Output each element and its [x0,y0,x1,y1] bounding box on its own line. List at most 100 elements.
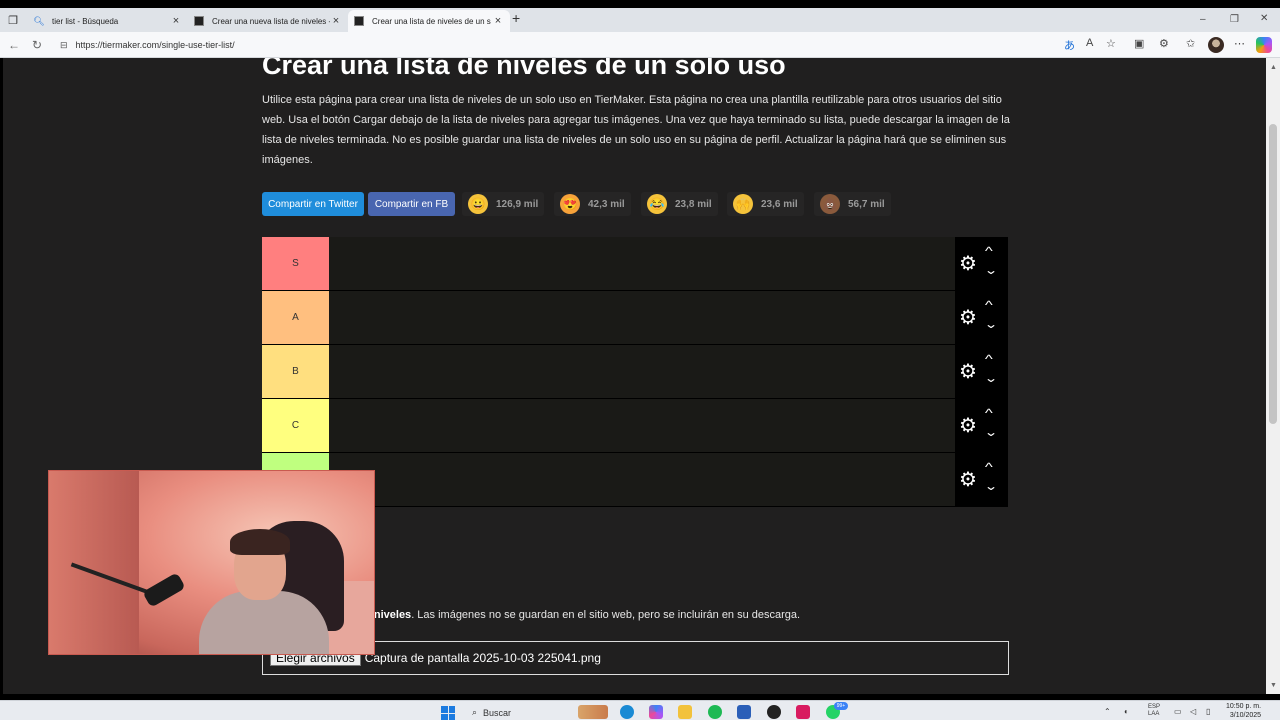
gear-icon[interactable]: ⚙ [957,253,979,275]
share-twitter-button[interactable]: Compartir en Twitter [262,192,364,216]
read-aloud-icon[interactable]: A [1086,37,1093,49]
notification-badge: 99+ [834,702,848,710]
gear-icon[interactable]: ⚙ [957,415,979,437]
url-field[interactable]: ⊟ https://tiermaker.com/single-use-tier-… [52,35,1062,55]
tier-label[interactable]: A [262,291,329,344]
chevron-up-icon[interactable]: ^ [985,352,993,366]
tier-label[interactable]: S [262,237,329,290]
tier-items-dropzone[interactable] [329,237,955,290]
tier-items-dropzone[interactable] [329,399,955,452]
tab-tiermaker-new[interactable]: Crear una nueva lista de niveles - × [188,10,348,32]
chevron-up-icon[interactable]: ^ [985,460,993,474]
tier-items-dropzone[interactable] [329,345,955,398]
clock-date: 3/10/2025 [1229,712,1262,719]
reaction-count: 23,8 mil [675,198,712,210]
taskbar-search[interactable]: ⌕ Buscar [472,707,511,718]
close-tab-icon[interactable]: × [170,15,182,27]
store-icon[interactable] [737,705,751,719]
tier-label[interactable]: B [262,345,329,398]
raised-hands-icon: 🙌 [733,194,753,214]
reaction-laughing-button[interactable]: 😂 23,8 mil [641,192,718,216]
edge-browser-icon[interactable] [620,705,634,719]
close-tab-icon[interactable]: × [492,15,504,27]
scroll-down-icon[interactable]: ▼ [1270,682,1277,689]
chevron-down-icon[interactable]: ⌄ [984,425,998,439]
more-options-icon[interactable]: ⋯ [1234,37,1245,50]
maximize-icon[interactable]: ❐ [1230,14,1239,25]
copilot-icon[interactable] [1256,37,1272,53]
scroll-up-icon[interactable]: ▲ [1270,64,1277,71]
language-code: ESP [1148,704,1161,710]
taskbar-clock[interactable]: 10:50 p. m. 3/10/2025 [1226,702,1261,720]
gear-icon[interactable]: ⚙ [957,307,979,329]
back-icon[interactable]: ← [8,38,20,52]
tier-controls: ⚙ ^ ⌄ [955,399,1008,453]
chevron-down-icon[interactable]: ⌄ [984,371,998,385]
page-scrollbar[interactable]: ▲ ▼ [1266,58,1280,694]
windows-start-icon[interactable] [441,706,455,720]
webcam-background [49,471,139,654]
minimize-icon[interactable]: – [1200,14,1206,25]
laughing-face-icon: 😂 [647,194,667,214]
refresh-icon[interactable]: ↻ [32,38,42,52]
spotify-icon[interactable] [708,705,722,719]
page-title: Crear una lista de niveles de un solo us… [262,58,786,80]
chevron-up-icon[interactable]: ^ [985,244,993,258]
screen-top-edge [0,0,1280,8]
close-window-icon[interactable]: ✕ [1260,13,1268,24]
chevron-down-icon[interactable]: ⌄ [984,263,998,277]
close-tab-icon[interactable]: × [330,15,342,27]
reaction-grinning-button[interactable]: 😀 126,9 mil [462,192,545,216]
widgets-icon[interactable] [578,705,608,719]
tier-label[interactable]: C [262,399,329,452]
battery-icon[interactable]: ▯ [1206,707,1210,716]
gear-icon[interactable]: ⚙ [957,361,979,383]
copilot-app-icon[interactable] [649,705,663,719]
tab-title: tier list - Búsqueda [52,16,119,26]
new-tab-icon[interactable]: + [512,10,520,26]
split-screen-icon[interactable]: ▣ [1134,37,1144,50]
obs-icon[interactable] [767,705,781,719]
tray-mic-icon[interactable]: ◐ [1124,707,1129,716]
file-explorer-icon[interactable] [678,705,692,719]
tier-items-dropzone[interactable] [329,453,955,506]
tier-controls: ⚙ ^ ⌄ [955,237,1008,291]
reaction-raised-hands-button[interactable]: 🙌 23,6 mil [727,192,804,216]
favorites-icon[interactable]: ✩ [1186,37,1195,50]
network-icon[interactable]: ▭ [1174,707,1182,716]
clock-time: 10:50 p. m. [1226,703,1262,710]
site-info-icon[interactable]: ⊟ [60,40,68,51]
tab-strip: ❐ 🔍︎ tier list - Búsqueda × Crear una nu… [0,8,1280,32]
chevron-down-icon[interactable]: ⌄ [984,317,998,331]
chevron-up-icon[interactable]: ^ [985,298,993,312]
tier-row: S ⚙ ^ ⌄ [262,237,1008,291]
chevron-up-icon[interactable]: ^ [985,406,993,420]
tab-tiermaker-single-use[interactable]: Crear una lista de niveles de un s × [348,10,510,32]
volume-icon[interactable]: ◁ [1190,707,1196,716]
favorite-star-icon[interactable]: ☆ [1106,37,1116,50]
language-indicator[interactable]: ESP LAA [1148,704,1160,718]
tab-actions-icon[interactable]: ❐ [4,12,22,28]
tab-search[interactable]: 🔍︎ tier list - Búsqueda × [28,10,188,32]
tier-list: S ⚙ ^ ⌄ A ⚙ ^ ⌄ B ⚙ ^ ⌄ C ⚙ ^ ⌄ ⚙ ^ ⌄ [262,237,1008,507]
chevron-down-icon[interactable]: ⌄ [984,479,998,493]
page-description: Utilice esta página para crear una lista… [262,94,1010,166]
reaction-poop-button[interactable]: 💩 56,7 mil [814,192,891,216]
search-icon: ⌕ [472,707,478,717]
tiktok-icon[interactable] [796,705,810,719]
url-text: https://tiermaker.com/single-use-tier-li… [75,40,235,50]
taskbar: ⌕ Buscar ⌃ ◐ ESP LAA ▭ ◁ ▯ [0,700,1280,720]
reaction-heart-eyes-button[interactable]: 😍 42,3 mil [554,192,631,216]
gear-icon[interactable]: ⚙ [957,469,979,491]
tab-title: Crear una lista de niveles de un s [372,16,491,26]
extensions-icon[interactable]: ⚙ [1159,37,1169,50]
share-facebook-button[interactable]: Compartir en FB [368,192,455,216]
translate-icon[interactable]: あ [1064,37,1075,53]
tiermaker-favicon-icon [354,16,364,26]
scroll-thumb[interactable] [1269,124,1277,424]
selected-file-name: Captura de pantalla 2025-10-03 225041.pn… [364,651,601,665]
tray-overflow-icon[interactable]: ⌃ [1104,707,1111,716]
profile-avatar[interactable] [1208,37,1224,53]
tier-controls: ⚙ ^ ⌄ [955,453,1008,507]
tier-items-dropzone[interactable] [329,291,955,344]
